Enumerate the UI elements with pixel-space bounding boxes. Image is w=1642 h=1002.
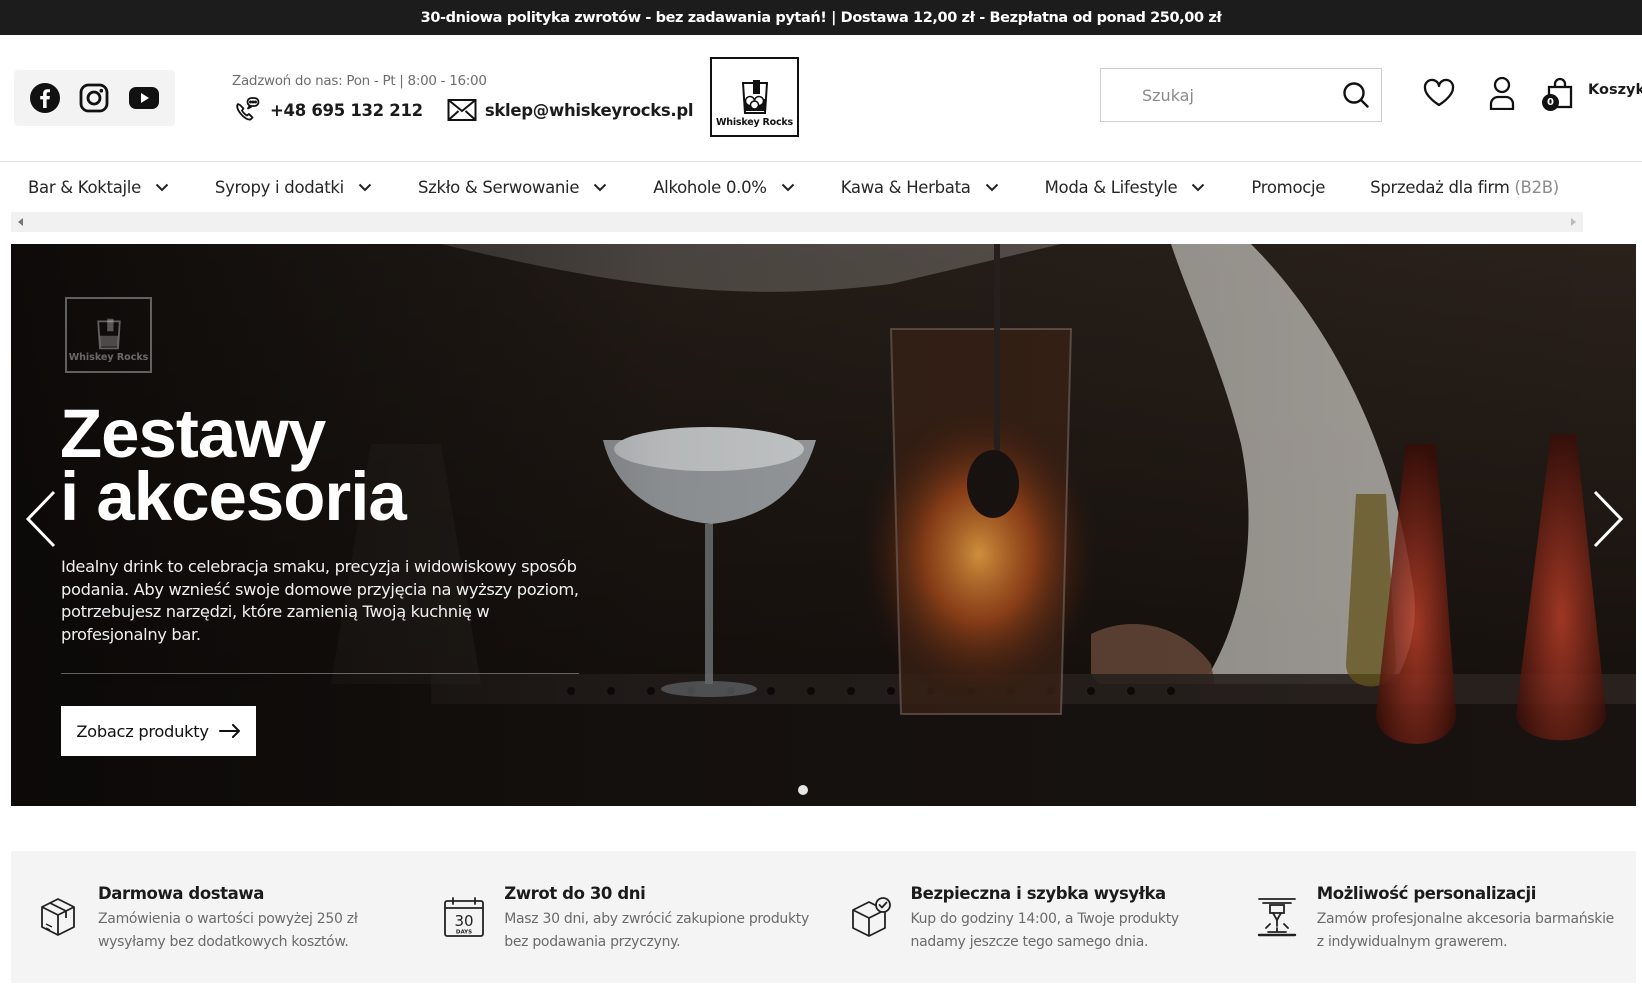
logo-text: Whiskey Rocks	[715, 117, 793, 128]
nav-items: Bar & Koktajle Syropy i dodatki Szkło & …	[28, 162, 1559, 212]
announcement-text: 30-dniowa polityka zwrotów - bez zadawan…	[420, 9, 1222, 26]
nav-item-label: Szkło & Serwowanie	[417, 177, 580, 197]
calendar-days-label: DAYS	[456, 930, 472, 936]
whiskey-glass-logo-icon	[96, 318, 121, 350]
feature-returns: 30 DAYS Zwrot do 30 dni Masz 30 dni, aby …	[417, 851, 823, 983]
feature-free-delivery: Darmowa dostawa Zamówienia o wartości po…	[11, 851, 417, 983]
scroll-right-arrow-icon[interactable]	[1571, 218, 1576, 226]
hero-slider: Whiskey Rocks Zestawy i akcesoria Idealn…	[11, 244, 1636, 806]
chevron-down-icon	[155, 183, 169, 192]
cart-count-badge: 0	[1542, 94, 1559, 111]
feature-title: Bezpieczna i szybka wysyłka	[910, 884, 1167, 903]
feature-description: Masz 30 dni, aby zwrócić zakupione produ…	[504, 911, 809, 950]
search-bar	[1100, 68, 1382, 122]
site-header: Zadzwoń do nas: Pon - Pt | 8:00 - 16:00 …	[0, 35, 1642, 161]
hero-watermark-logo: Whiskey Rocks	[65, 297, 152, 373]
engraving-laser-icon	[1256, 895, 1298, 939]
nav-item-moda-lifestyle[interactable]: Moda & Lifestyle	[1045, 178, 1206, 197]
nav-item-label: Bar & Koktajle	[28, 177, 141, 197]
feature-description: Kup do godziny 14:00, a Twoje produkty n…	[910, 911, 1180, 950]
mail-icon	[447, 98, 477, 122]
feature-title: Zwrot do 30 dni	[504, 884, 646, 903]
slider-next-arrow-icon[interactable]	[1588, 489, 1628, 549]
arrow-right-icon	[218, 724, 241, 738]
chevron-down-icon	[593, 183, 607, 192]
nav-scrollbar[interactable]	[11, 212, 1583, 232]
nav-item-alkohole[interactable]: Alkohole 0.0%	[653, 178, 795, 197]
feature-personalization: Możliwość personalizacji Zamów profesjon…	[1230, 851, 1636, 983]
wishlist-heart-icon[interactable]	[1421, 77, 1457, 109]
hero-logo-text: Whiskey Rocks	[68, 352, 149, 363]
nav-item-label: Promocje	[1251, 177, 1326, 197]
feature-description: Zamów profesjonalne akcesoria barmańskie…	[1316, 911, 1615, 950]
hero-title-line2: i akcesoria	[60, 458, 407, 535]
feature-fast-shipping: Bezpieczna i szybka wysyłka Kup do godzi…	[824, 851, 1230, 983]
email-link[interactable]: sklep@whiskeyrocks.pl	[485, 101, 694, 120]
feature-description: Zamówienia o wartości powyżej 250 zł wys…	[98, 911, 358, 950]
hero-title-line1: Zestawy	[60, 395, 326, 472]
main-navigation: Bar & Koktajle Syropy i dodatki Szkło & …	[0, 161, 1642, 233]
instagram-icon[interactable]	[76, 80, 112, 116]
facebook-icon[interactable]	[27, 80, 63, 116]
cart-bag-icon[interactable]: 0	[1542, 77, 1574, 111]
slider-prev-arrow-icon[interactable]	[21, 489, 61, 549]
nav-item-label: Syropy i dodatki	[214, 177, 344, 197]
chevron-down-icon	[1191, 183, 1205, 192]
slider-dot[interactable]	[798, 785, 808, 795]
features-strip: Darmowa dostawa Zamówienia o wartości po…	[11, 851, 1636, 983]
announcement-bar: 30-dniowa polityka zwrotów - bez zadawan…	[0, 0, 1642, 35]
nav-item-bar-koktajle[interactable]: Bar & Koktajle	[28, 178, 169, 197]
box-icon	[37, 895, 79, 939]
hero-cta-label: Zobacz produkty	[76, 721, 209, 741]
chevron-down-icon	[358, 183, 372, 192]
hero-description: Idealny drink to celebracja smaku, precy…	[61, 557, 579, 644]
chevron-down-icon	[985, 183, 999, 192]
nav-item-label: Moda & Lifestyle	[1044, 177, 1178, 197]
nav-item-suffix: (B2B)	[1514, 177, 1559, 197]
chevron-down-icon	[781, 183, 795, 192]
phone-icon	[232, 95, 262, 125]
youtube-icon[interactable]	[126, 80, 162, 116]
package-check-icon	[850, 895, 892, 939]
nav-item-b2b[interactable]: Sprzedaż dla firm (B2B)	[1370, 178, 1559, 197]
hero-divider	[61, 673, 579, 674]
calendar-30-days-icon: 30 DAYS	[443, 895, 485, 939]
nav-item-kawa-herbata[interactable]: Kawa & Herbata	[841, 178, 999, 197]
nav-item-label: Kawa & Herbata	[840, 177, 971, 197]
scroll-left-arrow-icon[interactable]	[18, 218, 23, 226]
whiskey-glass-logo-icon	[741, 80, 768, 114]
account-user-icon[interactable]	[1487, 75, 1517, 111]
feature-title: Darmowa dostawa	[98, 884, 264, 903]
hero-title: Zestawy i akcesoria	[60, 395, 407, 535]
phone-link[interactable]: +48 695 132 212	[270, 101, 423, 120]
calendar-number: 30	[455, 912, 474, 930]
contact-hours: Zadzwoń do nas: Pon - Pt | 8:00 - 16:00	[232, 73, 487, 89]
search-input[interactable]	[1101, 69, 1342, 121]
hero-cta-button[interactable]: Zobacz produkty	[61, 706, 256, 756]
nav-item-szklo[interactable]: Szkło & Serwowanie	[418, 178, 607, 197]
feature-title: Możliwość personalizacji	[1316, 884, 1537, 903]
nav-item-label: Sprzedaż dla firm	[1370, 177, 1510, 197]
cart-label[interactable]: Koszyk	[1588, 82, 1642, 98]
nav-item-promocje[interactable]: Promocje	[1251, 178, 1325, 197]
social-links	[14, 70, 175, 126]
nav-item-syropy[interactable]: Syropy i dodatki	[215, 178, 372, 197]
site-logo[interactable]: Whiskey Rocks	[710, 57, 799, 137]
search-icon[interactable]	[1342, 73, 1370, 117]
contact-line: +48 695 132 212 sklep@whiskeyrocks.pl	[232, 95, 694, 125]
nav-item-label: Alkohole 0.0%	[653, 177, 767, 197]
